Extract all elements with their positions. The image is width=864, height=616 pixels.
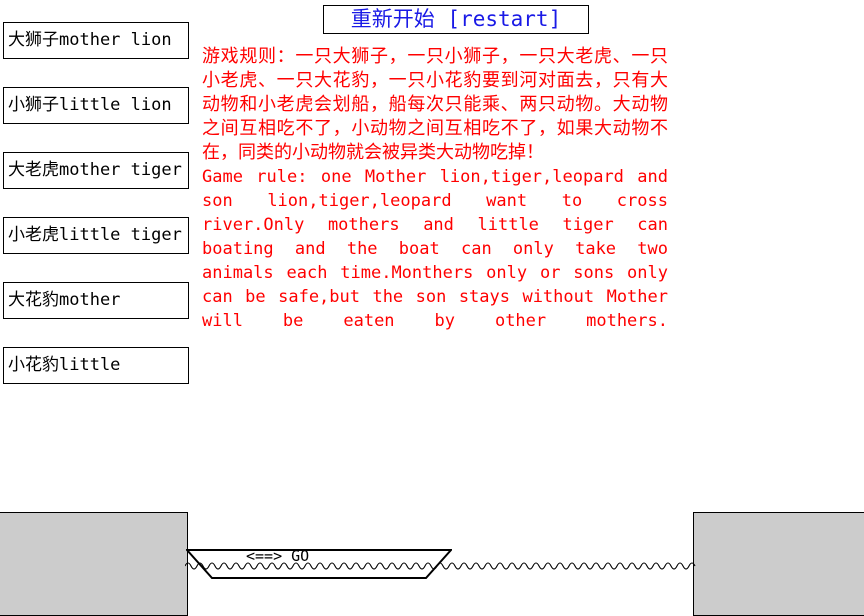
animal-button-mother-tiger[interactable]: 大老虎mother tiger bbox=[3, 152, 189, 189]
animal-button-little-tiger[interactable]: 小老虎little tiger bbox=[3, 217, 189, 254]
boat[interactable] bbox=[186, 548, 452, 580]
game-rules-panel: 游戏规则：一只大狮子，一只小狮子，一只大老虎、一只小老虎、一只大花豹，一只小花豹… bbox=[202, 45, 668, 357]
animal-button-label: 大狮子mother lion bbox=[8, 30, 172, 50]
restart-button[interactable]: 重新开始 [restart] bbox=[323, 5, 589, 34]
river-water bbox=[188, 512, 694, 616]
water-surface-wave bbox=[185, 562, 696, 570]
animal-button-mother-lion[interactable]: 大狮子mother lion bbox=[3, 22, 189, 59]
animal-button-label: 小狮子little lion bbox=[8, 95, 172, 115]
animal-button-label: 大老虎mother tiger bbox=[8, 160, 182, 180]
boat-go-label[interactable]: <==> GO bbox=[246, 549, 396, 564]
left-bank[interactable] bbox=[0, 512, 188, 616]
game-rules-english: Game rule: one Mother lion,tiger,leopard… bbox=[202, 167, 668, 331]
animal-selection-list: 大狮子mother lion 小狮子little lion 大老虎mother … bbox=[3, 22, 189, 412]
animal-button-label: 小花豹little bbox=[8, 355, 121, 375]
animal-button-label: 小老虎little tiger bbox=[8, 225, 182, 245]
animal-button-little-leopard[interactable]: 小花豹little bbox=[3, 347, 189, 384]
right-bank[interactable] bbox=[693, 512, 864, 616]
animal-button-label: 大花豹mother bbox=[8, 290, 121, 310]
game-rules-chinese: 游戏规则：一只大狮子，一只小狮子，一只大老虎、一只小老虎、一只大花豹，一只小花豹… bbox=[202, 46, 668, 163]
animal-button-little-lion[interactable]: 小狮子little lion bbox=[3, 87, 189, 124]
restart-button-label: 重新开始 [restart] bbox=[350, 7, 562, 31]
animal-button-mother-leopard[interactable]: 大花豹mother bbox=[3, 282, 189, 319]
